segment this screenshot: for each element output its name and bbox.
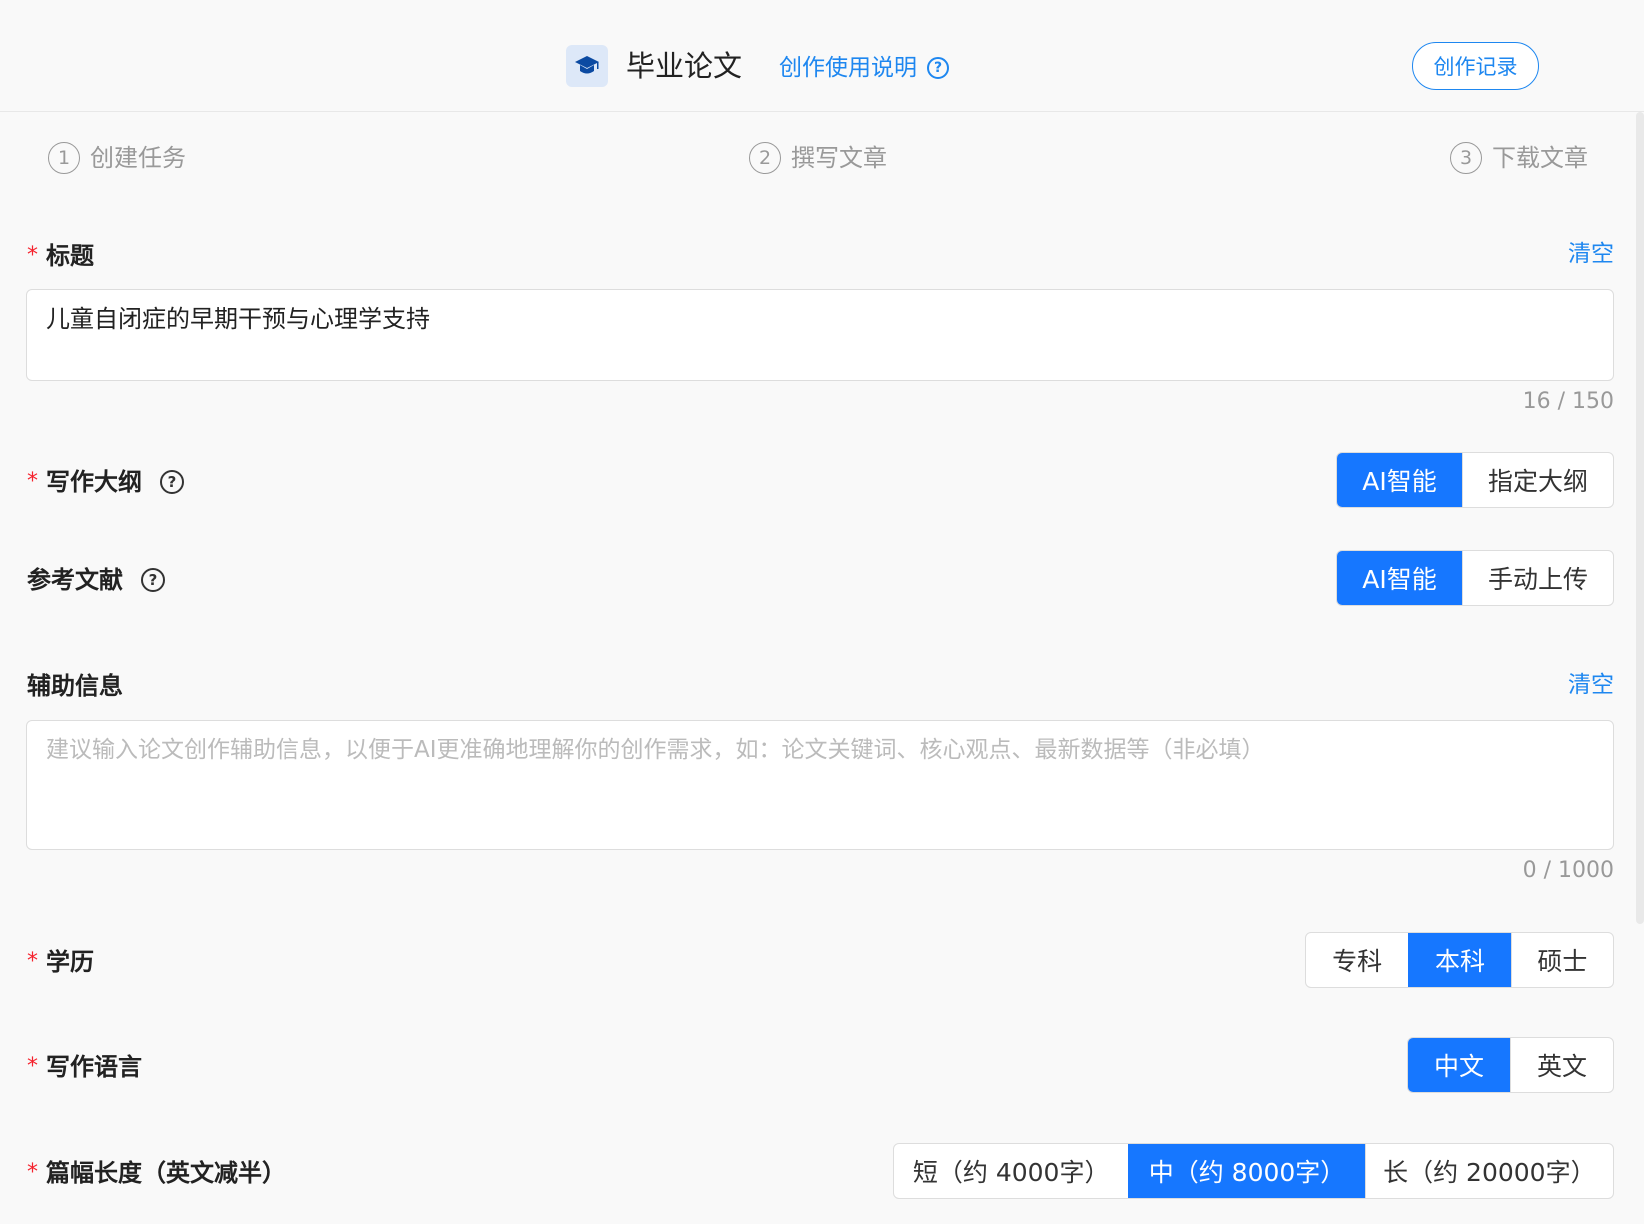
header: 毕业论文 创作使用说明 ? 创作记录 bbox=[0, 0, 1644, 112]
step-write-article: 2 撰写文章 bbox=[749, 140, 887, 176]
references-label: 参考文献 ? bbox=[27, 563, 165, 597]
aux-info-label-text: 辅助信息 bbox=[27, 672, 123, 700]
language-option-chinese[interactable]: 中文 bbox=[1408, 1038, 1510, 1092]
question-icon: ? bbox=[927, 57, 949, 79]
step-number: 1 bbox=[48, 142, 80, 174]
required-mark: * bbox=[27, 469, 38, 494]
language-label: * 写作语言 bbox=[27, 1050, 142, 1084]
question-icon[interactable]: ? bbox=[160, 470, 184, 494]
usage-help-label: 创作使用说明 bbox=[779, 55, 917, 81]
step-label: 创建任务 bbox=[90, 144, 186, 172]
length-option-short[interactable]: 短（约 4000字） bbox=[894, 1144, 1128, 1198]
title-clear-button[interactable]: 清空 bbox=[1568, 237, 1614, 271]
language-option-english[interactable]: 英文 bbox=[1510, 1038, 1613, 1092]
title-label-text: 标题 bbox=[46, 242, 94, 270]
language-label-text: 写作语言 bbox=[46, 1053, 142, 1081]
required-mark: * bbox=[27, 949, 38, 974]
step-number: 3 bbox=[1450, 142, 1482, 174]
required-mark: * bbox=[27, 243, 38, 268]
creation-record-button[interactable]: 创作记录 bbox=[1412, 42, 1539, 90]
references-segmented-control: AI智能 手动上传 bbox=[1336, 550, 1614, 606]
education-option-junior-college[interactable]: 专科 bbox=[1306, 933, 1408, 987]
title-label: * 标题 bbox=[27, 239, 94, 273]
required-mark: * bbox=[27, 1054, 38, 1079]
scrollbar[interactable] bbox=[1636, 112, 1644, 924]
length-segmented-control: 短（约 4000字） 中（约 8000字） 长（约 20000字） bbox=[893, 1143, 1614, 1199]
length-option-medium[interactable]: 中（约 8000字） bbox=[1128, 1144, 1365, 1198]
required-mark: * bbox=[27, 1160, 38, 1185]
length-label-text: 篇幅长度（英文减半） bbox=[46, 1159, 286, 1187]
education-option-master[interactable]: 硕士 bbox=[1510, 933, 1613, 987]
education-label-text: 学历 bbox=[46, 948, 94, 976]
step-label: 撰写文章 bbox=[791, 144, 887, 172]
steps-bar: 1 创建任务 2 撰写文章 3 下载文章 bbox=[0, 140, 1644, 176]
outline-option-specified[interactable]: 指定大纲 bbox=[1462, 453, 1613, 507]
language-segmented-control: 中文 英文 bbox=[1407, 1037, 1614, 1093]
page-title: 毕业论文 bbox=[626, 49, 743, 83]
graduation-cap-icon bbox=[566, 45, 608, 87]
references-option-upload[interactable]: 手动上传 bbox=[1462, 551, 1613, 605]
outline-segmented-control: AI智能 指定大纲 bbox=[1336, 452, 1614, 508]
question-icon[interactable]: ? bbox=[141, 568, 165, 592]
aux-info-input[interactable] bbox=[26, 720, 1614, 850]
education-option-bachelor[interactable]: 本科 bbox=[1408, 933, 1511, 987]
length-option-long[interactable]: 长（约 20000字） bbox=[1364, 1144, 1613, 1198]
aux-info-label: 辅助信息 bbox=[27, 669, 123, 703]
outline-label-text: 写作大纲 bbox=[46, 468, 142, 496]
step-create-task: 1 创建任务 bbox=[48, 140, 186, 176]
aux-info-clear-button[interactable]: 清空 bbox=[1568, 668, 1614, 702]
references-option-ai[interactable]: AI智能 bbox=[1337, 551, 1463, 605]
step-number: 2 bbox=[749, 142, 781, 174]
step-label: 下载文章 bbox=[1492, 144, 1588, 172]
education-label: * 学历 bbox=[27, 945, 94, 979]
step-download-article: 3 下载文章 bbox=[1450, 140, 1588, 176]
usage-help-link[interactable]: 创作使用说明 ? bbox=[779, 52, 949, 84]
outline-option-ai[interactable]: AI智能 bbox=[1337, 453, 1463, 507]
outline-label: * 写作大纲 ? bbox=[27, 465, 184, 499]
title-input[interactable] bbox=[26, 289, 1614, 381]
references-label-text: 参考文献 bbox=[27, 566, 123, 594]
education-segmented-control: 专科 本科 硕士 bbox=[1305, 932, 1614, 988]
title-char-counter: 16 / 150 bbox=[1522, 389, 1614, 414]
aux-info-char-counter: 0 / 1000 bbox=[1522, 858, 1614, 883]
length-label: * 篇幅长度（英文减半） bbox=[27, 1156, 286, 1190]
